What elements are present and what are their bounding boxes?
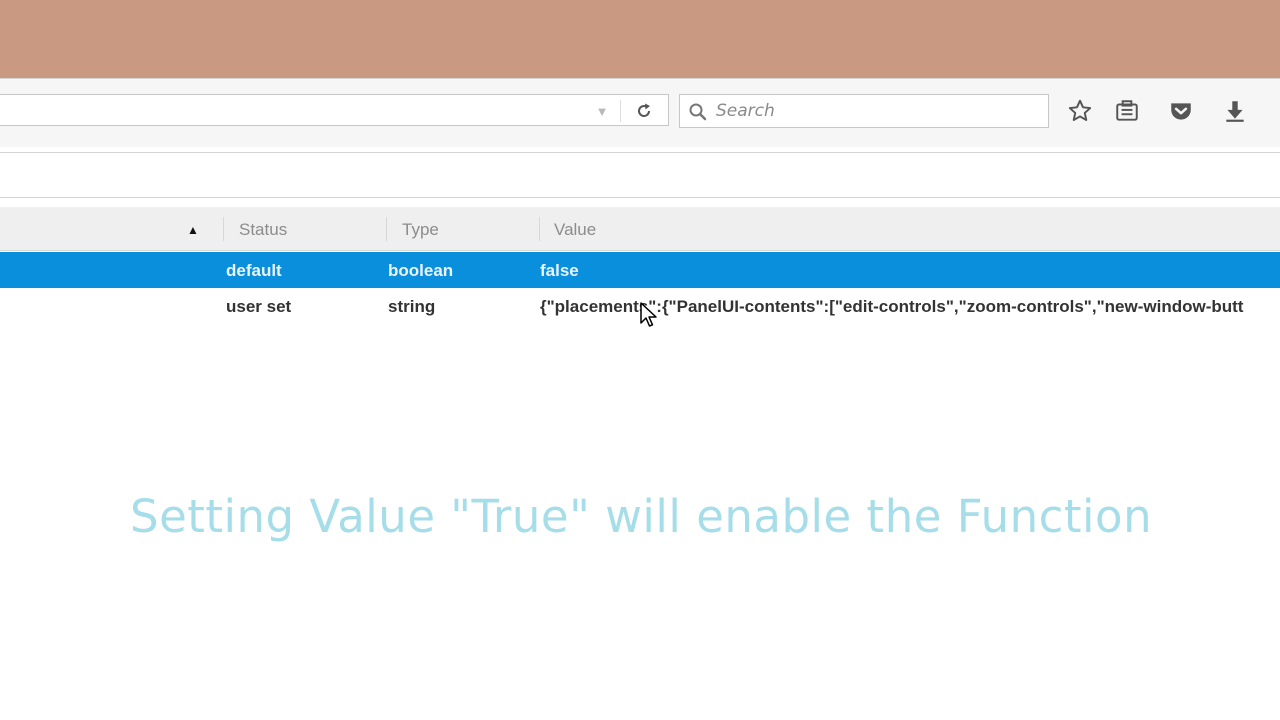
- star-icon[interactable]: [1064, 96, 1096, 126]
- navigation-toolbar: ▼: [0, 78, 1280, 147]
- table-header: ▲ Status Type Value: [0, 207, 1280, 251]
- column-separator[interactable]: [539, 217, 540, 241]
- url-bar[interactable]: ▼: [0, 94, 669, 126]
- search-icon: [688, 102, 708, 122]
- mouse-cursor-icon: [639, 301, 659, 329]
- row-type: string: [388, 297, 436, 316]
- search-input[interactable]: [716, 100, 1036, 122]
- dropdown-arrow-icon[interactable]: ▼: [592, 102, 612, 120]
- pocket-icon[interactable]: [1165, 96, 1197, 126]
- column-separator[interactable]: [223, 217, 224, 241]
- column-header-value[interactable]: Value: [554, 220, 596, 240]
- reload-icon[interactable]: [628, 99, 660, 123]
- table-row[interactable]: default boolean false: [0, 252, 1280, 288]
- search-box[interactable]: [679, 94, 1049, 128]
- reading-list-icon[interactable]: [1111, 96, 1143, 126]
- sort-ascending-icon[interactable]: ▲: [187, 223, 199, 237]
- download-icon[interactable]: [1219, 96, 1251, 126]
- row-status: user set: [226, 297, 292, 316]
- url-bar-separator: [620, 100, 621, 122]
- row-value: false: [540, 261, 579, 280]
- column-separator[interactable]: [386, 217, 387, 241]
- filter-search-area[interactable]: [0, 152, 1280, 198]
- tutorial-caption: Setting Value "True" will enable the Fun…: [130, 490, 1153, 543]
- window-titlebar: [0, 0, 1280, 78]
- row-type: boolean: [388, 261, 454, 280]
- column-header-type[interactable]: Type: [402, 220, 439, 240]
- column-header-status[interactable]: Status: [239, 220, 287, 240]
- row-status: default: [226, 261, 282, 280]
